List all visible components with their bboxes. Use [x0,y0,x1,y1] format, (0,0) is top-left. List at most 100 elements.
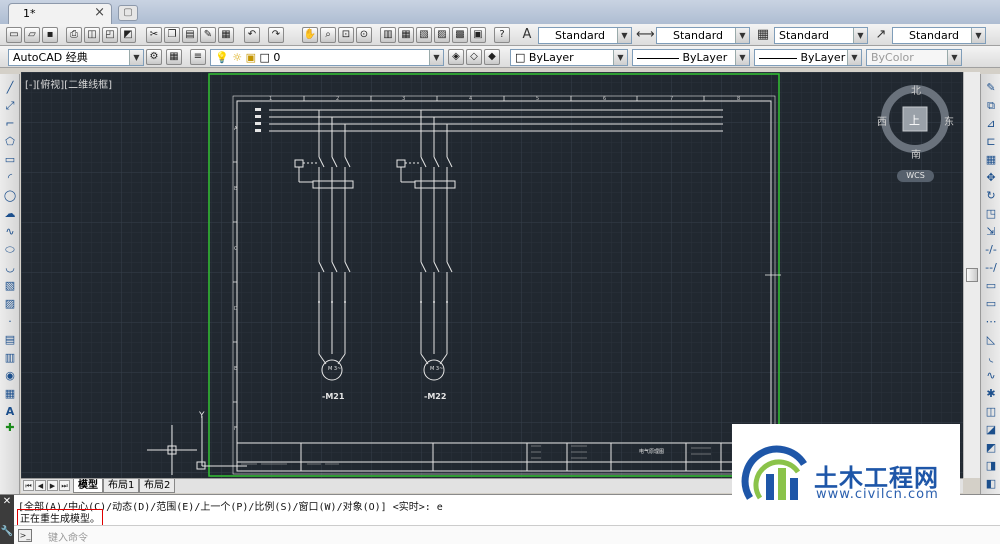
explode-icon[interactable]: ✱ [983,386,999,402]
table-icon[interactable]: ▦ [2,386,18,402]
construction-line-icon[interactable]: ⤢ [2,98,18,114]
publish-icon[interactable]: ◰ [102,27,118,43]
design-center-icon[interactable]: ▦ [398,27,414,43]
rectangle-icon[interactable]: ▭ [2,152,18,168]
arc-icon[interactable]: ◜ [2,170,18,186]
zoom-previous-icon[interactable]: ⊙ [356,27,372,43]
vertical-scrollbar[interactable] [963,72,980,478]
redo-icon[interactable]: ↷ [268,27,284,43]
tab-layout1[interactable]: 布局1 [103,479,140,493]
draworder-front-icon[interactable]: ◪ [983,422,999,438]
sheet-set-icon[interactable]: ▨ [434,27,450,43]
dim-style-select[interactable]: Standard ▼ [656,27,750,44]
gear-icon[interactable]: ⚙ [146,49,162,65]
make-current-layer-icon[interactable]: ◈ [448,49,464,65]
polyline-icon[interactable]: ⌐ [2,116,18,132]
draworder-icon[interactable]: ◫ [983,404,999,420]
copy-object-icon[interactable]: ⧉ [983,98,999,114]
print-preview-icon[interactable]: ◫ [84,27,100,43]
paste-icon[interactable]: ▤ [182,27,198,43]
text-style-select[interactable]: Standard ▼ [538,27,632,44]
join-icon[interactable]: ⋯ [983,314,999,330]
circle-icon[interactable]: ◯ [2,188,18,204]
insert-block-icon[interactable]: ▧ [2,278,18,294]
new-file-icon[interactable]: ▭ [6,27,22,43]
command-input[interactable]: 键入命令 [48,529,88,544]
point-icon[interactable]: · [2,314,18,330]
ellipse-icon[interactable]: ⬭ [2,242,18,258]
cut-icon[interactable]: ✂ [146,27,162,43]
fillet-icon[interactable]: ◟ [983,350,999,366]
add-selected-icon[interactable]: ✚ [2,420,18,436]
calculator-icon[interactable]: ▣ [470,27,486,43]
compass-south[interactable]: 南 [911,146,921,161]
properties-icon[interactable]: ▥ [380,27,396,43]
mirror-icon[interactable]: ⊿ [983,116,999,132]
break-icon[interactable]: ▭ [983,296,999,312]
wrench-icon[interactable]: 🔧 [0,525,14,539]
3d-print-icon[interactable]: ◩ [120,27,136,43]
region-icon[interactable]: ◉ [2,368,18,384]
gradient-icon[interactable]: ▥ [2,350,18,366]
block-editor-icon[interactable]: ▦ [218,27,234,43]
hatch-icon[interactable]: ▤ [2,332,18,348]
match-properties-icon[interactable]: ✎ [200,27,216,43]
document-tab[interactable]: 1* × [8,3,112,24]
ellipse-arc-icon[interactable]: ◡ [2,260,18,276]
close-icon[interactable]: × [94,5,105,20]
table-style-select[interactable]: Standard ▼ [774,27,868,44]
chamfer-icon[interactable]: ◺ [983,332,999,348]
move-icon[interactable]: ✥ [983,170,999,186]
compass-north[interactable]: 北 [911,82,921,97]
first-layout-icon[interactable]: ⏮ [23,480,34,491]
break-at-point-icon[interactable]: ▭ [983,278,999,294]
scrollbar-thumb[interactable] [966,268,978,282]
tab-layout2[interactable]: 布局2 [139,479,176,493]
open-file-icon[interactable]: ▱ [24,27,40,43]
workspace-settings-icon[interactable]: ▦ [166,49,182,65]
workspace-select[interactable]: AutoCAD 经典 ▼ [8,49,144,66]
viewcube-top-label[interactable]: 上 [909,112,920,128]
spline-icon[interactable]: ∿ [2,224,18,240]
offset-icon[interactable]: ⊏ [983,134,999,150]
array-icon[interactable]: ▦ [983,152,999,168]
draworder-above-icon[interactable]: ◨ [983,458,999,474]
last-layout-icon[interactable]: ⏭ [59,480,70,491]
copy-icon[interactable]: ❐ [164,27,180,43]
next-layout-icon[interactable]: ▶ [47,480,58,491]
compass-west[interactable]: 西 [877,113,887,128]
scale-icon[interactable]: ◳ [983,206,999,222]
undo-icon[interactable]: ↶ [244,27,260,43]
linetype-select[interactable]: ByLayer ▼ [632,49,750,66]
pan-icon[interactable]: ✋ [302,27,318,43]
viewport-controls[interactable]: [-][俯视][二维线框] [25,76,112,91]
help-icon[interactable]: ? [494,27,510,43]
compass-east[interactable]: 东 [944,113,954,128]
drawing-canvas[interactable]: 1 2 3 4 5 6 7 8 A B C D E F M 3~ M 3~ -M… [21,72,963,478]
tool-palettes-icon[interactable]: ▧ [416,27,432,43]
draworder-back-icon[interactable]: ◩ [983,440,999,456]
draworder-below-icon[interactable]: ◧ [983,476,999,492]
save-icon[interactable]: ▪ [42,27,58,43]
rotate-icon[interactable]: ↻ [983,188,999,204]
close-icon[interactable]: ✕ [0,495,14,509]
trim-icon[interactable]: -/- [983,242,999,258]
polygon-icon[interactable]: ⬠ [2,134,18,150]
print-icon[interactable]: ⎙ [66,27,82,43]
extend-icon[interactable]: --/ [983,260,999,276]
blend-curves-icon[interactable]: ∿ [983,368,999,384]
lineweight-select[interactable]: ByLayer ▼ [754,49,862,66]
layer-select[interactable]: 💡 ☼ ▣ □ 0 ▼ [210,49,444,66]
zoom-realtime-icon[interactable]: ⌕ [320,27,336,43]
new-tab-button[interactable]: ▢ [118,5,138,21]
markup-icon[interactable]: ▩ [452,27,468,43]
revision-cloud-icon[interactable]: ☁ [2,206,18,222]
erase-icon[interactable]: ✎ [983,80,999,96]
multiline-text-icon[interactable]: A [2,404,18,420]
make-block-icon[interactable]: ▨ [2,296,18,312]
layer-state-icon[interactable]: ◆ [484,49,500,65]
command-prompt-icon[interactable]: >_ [18,529,32,542]
zoom-window-icon[interactable]: ⊡ [338,27,354,43]
layer-manager-icon[interactable]: ≡ [190,49,206,65]
stretch-icon[interactable]: ⇲ [983,224,999,240]
